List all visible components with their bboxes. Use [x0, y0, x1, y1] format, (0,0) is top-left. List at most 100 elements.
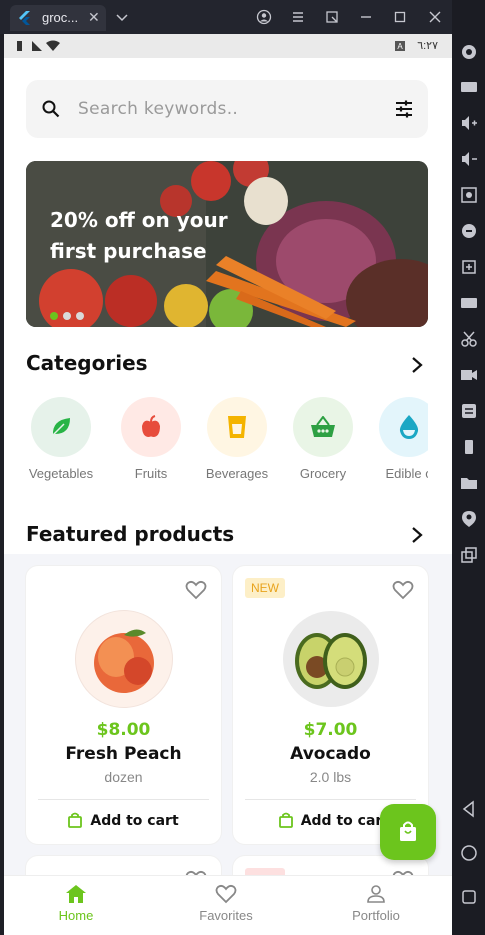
flutter-icon — [19, 11, 30, 25]
person-icon — [367, 885, 385, 903]
product-name: Avocado — [290, 744, 371, 764]
category-beverages[interactable]: Beverages — [192, 397, 282, 481]
heart-icon[interactable] — [185, 580, 207, 600]
filter-icon[interactable] — [394, 99, 414, 119]
screenshot-icon[interactable] — [460, 186, 478, 204]
cup-icon — [228, 416, 246, 438]
product-image-avocado — [283, 611, 379, 707]
category-vegetables[interactable]: Vegetables — [26, 397, 106, 481]
folder-icon[interactable] — [460, 474, 478, 492]
browser-tab[interactable]: groc... ✕ — [10, 5, 106, 31]
category-label: Vegetables — [28, 466, 94, 481]
leaf-icon — [52, 418, 70, 436]
nav-label: Favorites — [199, 908, 253, 923]
featured-title: Featured products — [26, 522, 235, 546]
category-circle — [293, 397, 353, 457]
home-button-icon[interactable] — [460, 844, 478, 862]
banner-dot[interactable] — [76, 312, 84, 320]
product-price: $7.00 — [303, 720, 358, 740]
phone-screen: A ٦:٢٧ 20% off o — [4, 34, 452, 935]
banner-dot[interactable] — [63, 312, 71, 320]
category-fruits[interactable]: Fruits — [106, 397, 196, 481]
search-icon — [42, 100, 60, 118]
heart-icon — [215, 884, 237, 904]
nav-favorites[interactable]: Favorites — [176, 884, 276, 923]
card-divider — [245, 799, 416, 800]
category-edible-oil[interactable]: Edible o — [364, 397, 428, 481]
categories-list: Vegetables Fruits Beverages Grocery Edib… — [26, 397, 428, 487]
add-window-icon[interactable] — [460, 258, 478, 276]
categories-more-chevron-icon[interactable] — [410, 356, 424, 374]
promo-banner[interactable]: 20% off on your first purchase — [26, 161, 428, 327]
volume-down-icon[interactable] — [460, 150, 478, 168]
multi-window-icon[interactable] — [460, 546, 478, 564]
category-label: Fruits — [134, 466, 168, 481]
scissors-icon[interactable] — [460, 330, 478, 348]
notification-icon: A — [395, 41, 405, 51]
svg-text:A: A — [397, 42, 403, 51]
drop-icon — [399, 415, 419, 439]
popout-icon[interactable] — [324, 9, 340, 25]
card-divider — [38, 799, 209, 800]
heart-icon[interactable] — [392, 580, 414, 600]
rotate-icon[interactable] — [460, 222, 478, 240]
power-icon[interactable] — [460, 43, 478, 61]
shake-icon[interactable] — [460, 438, 478, 456]
category-grocery[interactable]: Grocery — [278, 397, 368, 481]
cart-fab-button[interactable] — [380, 804, 436, 860]
product-image-peach — [76, 611, 172, 707]
product-unit: dozen — [104, 769, 143, 785]
minimize-icon[interactable] — [358, 9, 374, 25]
menu-icon[interactable] — [290, 9, 306, 25]
featured-more-chevron-icon[interactable] — [410, 526, 424, 544]
category-circle — [31, 397, 91, 457]
basket-icon — [311, 416, 335, 437]
category-label: Grocery — [299, 466, 347, 481]
add-to-cart-button[interactable]: Add to cart — [26, 812, 221, 829]
apk-icon[interactable] — [460, 294, 478, 312]
recents-icon[interactable] — [460, 888, 478, 906]
back-icon[interactable] — [460, 800, 478, 818]
category-circle — [379, 397, 428, 457]
window-titlebar: groc... ✕ — [0, 0, 485, 34]
maximize-icon[interactable] — [392, 9, 408, 25]
new-badge: NEW — [245, 578, 285, 598]
nav-label: Portfolio — [352, 908, 400, 923]
shopping-bag-icon — [68, 812, 83, 828]
status-icons — [17, 40, 60, 51]
chevron-down-icon[interactable] — [114, 9, 130, 25]
product-name: Fresh Peach — [65, 744, 182, 764]
product-card-peach[interactable]: $8.00 Fresh Peach dozen Add to cart — [26, 566, 221, 844]
tab-title: groc... — [42, 10, 79, 25]
status-time: ٦:٢٧ — [417, 40, 438, 52]
search-input[interactable] — [78, 96, 378, 122]
banner-dots — [50, 307, 89, 325]
tab-close-button[interactable]: ✕ — [88, 9, 100, 26]
shopping-bag-icon — [400, 821, 416, 841]
product-card-avocado[interactable]: NEW $7.00 Avocado 2.0 lbs Add to car — [233, 566, 428, 844]
category-label: Beverages — [205, 466, 269, 481]
product-unit: 2.0 lbs — [309, 769, 352, 785]
categories-title: Categories — [26, 351, 148, 375]
apple-icon — [142, 415, 160, 437]
banner-dot[interactable] — [50, 312, 58, 320]
peach-image — [94, 629, 154, 693]
record-icon[interactable] — [460, 366, 478, 384]
bottom-navigation: Home Favorites Portfolio — [4, 875, 452, 935]
nav-home[interactable]: Home — [26, 884, 126, 923]
close-icon[interactable] — [427, 9, 443, 25]
transfer-icon[interactable] — [460, 402, 478, 420]
nav-portfolio[interactable]: Portfolio — [326, 884, 426, 923]
account-icon[interactable] — [256, 9, 272, 25]
location-icon[interactable] — [460, 510, 478, 528]
nav-label: Home — [58, 908, 94, 923]
home-icon — [66, 885, 86, 903]
category-circle — [121, 397, 181, 457]
add-to-cart-label: Add to car — [300, 813, 383, 829]
keyboard-icon[interactable] — [460, 78, 478, 96]
category-label: Edible o — [385, 466, 429, 481]
volume-up-icon[interactable] — [460, 114, 478, 132]
search-bar[interactable] — [26, 80, 428, 138]
emulator-toolbar — [452, 0, 485, 935]
shopping-bag-icon — [278, 812, 293, 828]
